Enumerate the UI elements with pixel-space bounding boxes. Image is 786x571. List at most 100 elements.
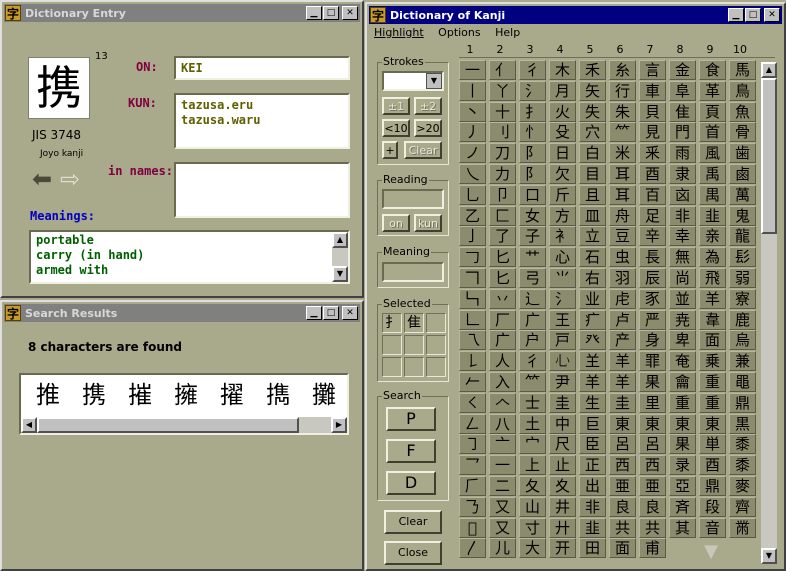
radical-cell[interactable]: 馬 bbox=[729, 60, 756, 80]
radical-cell[interactable]: 了 bbox=[489, 226, 516, 247]
radical-cell[interactable]: 𠂉 bbox=[459, 372, 486, 392]
radical-cell[interactable]: 良 bbox=[609, 496, 636, 517]
radical-cell[interactable]: 𠃑 bbox=[459, 288, 486, 309]
radical-cell[interactable]: 齊 bbox=[729, 496, 756, 517]
radical-cell[interactable]: 忄 bbox=[519, 122, 546, 143]
radical-cell[interactable]: 貝 bbox=[639, 101, 666, 122]
radical-cell[interactable]: 辰 bbox=[639, 268, 666, 288]
radical-cell[interactable]: 百 bbox=[639, 184, 666, 205]
radical-cell[interactable]: 阝 bbox=[519, 164, 546, 184]
radical-cell[interactable]: 𠃍 bbox=[459, 268, 486, 288]
radical-cell[interactable]: 匚 bbox=[489, 205, 516, 226]
radical-cell[interactable]: 心 bbox=[549, 247, 576, 268]
radical-cell[interactable]: 木 bbox=[549, 60, 576, 80]
results-list[interactable]: 推 携 摧 擁 擢 擕 攤 ◀ ▶ bbox=[19, 373, 349, 435]
radical-cell[interactable]: 亞 bbox=[669, 476, 696, 496]
radical-cell[interactable]: 白 bbox=[579, 143, 606, 164]
back-arrow-icon[interactable]: ⬅ bbox=[32, 167, 52, 191]
radical-cell[interactable]: 隹 bbox=[669, 101, 696, 122]
radical-cell[interactable]: 𠃎 bbox=[459, 517, 486, 538]
radical-cell[interactable]: 刀 bbox=[489, 143, 516, 164]
kanji-app-icon[interactable]: 字 bbox=[370, 7, 386, 23]
radical-cell[interactable]: 金 bbox=[669, 60, 696, 80]
radical-cell[interactable]: 匕 bbox=[489, 268, 516, 288]
radical-cell[interactable]: 烏 bbox=[729, 330, 756, 351]
radical-cell[interactable]: 単 bbox=[699, 434, 726, 455]
radical-cell[interactable]: 又 bbox=[489, 496, 516, 517]
scroll-thumb[interactable] bbox=[761, 78, 777, 234]
radical-cell[interactable]: 上 bbox=[519, 455, 546, 476]
radical-cell[interactable]: 弱 bbox=[729, 268, 756, 288]
radical-cell[interactable]: 重 bbox=[699, 392, 726, 413]
radical-cell[interactable]: 羊 bbox=[699, 288, 726, 309]
radical-cell[interactable]: 共 bbox=[609, 517, 636, 538]
radical-cell[interactable]: 乛 bbox=[459, 455, 486, 476]
radical-cell[interactable]: 力 bbox=[489, 164, 516, 184]
close-button[interactable]: ✕ bbox=[342, 306, 358, 320]
radical-cell[interactable]: 呂 bbox=[639, 434, 666, 455]
radical-cell[interactable]: 韭 bbox=[579, 517, 606, 538]
radical-cell[interactable]: ⺡ bbox=[519, 80, 546, 101]
radical-cell[interactable]: 無 bbox=[669, 247, 696, 268]
radical-cell[interactable]: 西 bbox=[609, 455, 636, 476]
search-d-button[interactable]: D bbox=[386, 471, 436, 495]
radical-cell[interactable]: 歯 bbox=[729, 143, 756, 164]
scroll-right-icon[interactable]: ▶ bbox=[331, 417, 347, 433]
radical-cell[interactable]: 乀 bbox=[459, 164, 486, 184]
greater-than-20-button[interactable]: >20 bbox=[414, 119, 442, 137]
radical-cell[interactable]: 亲 bbox=[699, 226, 726, 247]
radical-cell[interactable]: 彳 bbox=[519, 351, 546, 372]
radical-cell[interactable]: 飛 bbox=[699, 268, 726, 288]
radical-cell[interactable]: 衤 bbox=[549, 226, 576, 247]
radical-cell[interactable]: 开 bbox=[549, 538, 576, 559]
radical-cell[interactable]: 虫 bbox=[609, 247, 636, 268]
radical-cell[interactable]: 鹿 bbox=[729, 309, 756, 330]
chevron-down-icon[interactable]: ▼ bbox=[426, 73, 442, 89]
result-kanji[interactable]: 携 bbox=[71, 379, 117, 411]
radical-cell[interactable]: 井 bbox=[549, 496, 576, 517]
radical-cell[interactable]: 二 bbox=[489, 476, 516, 496]
radical-cell[interactable]: 广 bbox=[519, 309, 546, 330]
radical-cell[interactable]: 斉 bbox=[669, 496, 696, 517]
meanings-list[interactable]: portable carry (in hand) armed with ▲ ▼ bbox=[29, 230, 350, 284]
radical-cell[interactable]: 人 bbox=[489, 351, 516, 372]
radical-cell[interactable]: 髟 bbox=[729, 247, 756, 268]
radical-cell[interactable]: 戸 bbox=[549, 330, 576, 351]
meanings-scrollbar[interactable]: ▲ ▼ bbox=[332, 232, 348, 282]
radical-cell[interactable]: 生 bbox=[579, 392, 606, 413]
radical-cell[interactable]: 亠 bbox=[489, 434, 516, 455]
radical-cell[interactable]: 圭 bbox=[549, 392, 576, 413]
radical-cell[interactable]: 𠆢 bbox=[489, 392, 516, 413]
result-kanji[interactable]: 摧 bbox=[117, 379, 163, 411]
radical-cell[interactable]: 東 bbox=[609, 413, 636, 434]
radical-cell[interactable]: 奄 bbox=[669, 351, 696, 372]
radical-cell[interactable]: 丨 bbox=[459, 80, 486, 101]
radical-cell[interactable]: 立 bbox=[579, 226, 606, 247]
scroll-down-icon[interactable]: ▼ bbox=[761, 548, 777, 564]
result-kanji[interactable]: 攤 bbox=[301, 379, 347, 411]
radical-cell[interactable]: 鹵 bbox=[729, 164, 756, 184]
kun-reading-field[interactable]: tazusa.eru tazusa.waru bbox=[174, 93, 350, 149]
radical-cell[interactable]: 身 bbox=[639, 330, 666, 351]
radical-cell[interactable]: 𠄎 bbox=[459, 496, 486, 517]
radical-cell[interactable]: 圭 bbox=[609, 392, 636, 413]
selected-radical[interactable]: 隹 bbox=[404, 313, 424, 333]
radical-cell[interactable]: 果 bbox=[669, 434, 696, 455]
close-button[interactable]: ✕ bbox=[342, 6, 358, 20]
radical-cell[interactable]: 兼 bbox=[729, 351, 756, 372]
radical-cell[interactable]: 丷 bbox=[489, 288, 516, 309]
radical-cell[interactable]: 羽 bbox=[609, 268, 636, 288]
radical-cell[interactable]: 𠂆 bbox=[459, 476, 486, 496]
result-kanji[interactable]: 推 bbox=[25, 379, 71, 411]
radical-cell[interactable]: 厂 bbox=[489, 309, 516, 330]
radical-cell[interactable]: 乁 bbox=[459, 330, 486, 351]
radical-cell[interactable]: 魚 bbox=[729, 101, 756, 122]
radical-cell[interactable]: 月 bbox=[549, 80, 576, 101]
radical-cell[interactable]: 匕 bbox=[489, 247, 516, 268]
radical-cell[interactable]: 一 bbox=[459, 60, 486, 80]
radical-cell[interactable]: 田 bbox=[579, 538, 606, 559]
reading-input[interactable] bbox=[382, 189, 444, 209]
radical-cell[interactable]: 鼎 bbox=[729, 392, 756, 413]
menu-help[interactable]: Help bbox=[495, 26, 520, 39]
radical-cell[interactable]: 乗 bbox=[699, 351, 726, 372]
